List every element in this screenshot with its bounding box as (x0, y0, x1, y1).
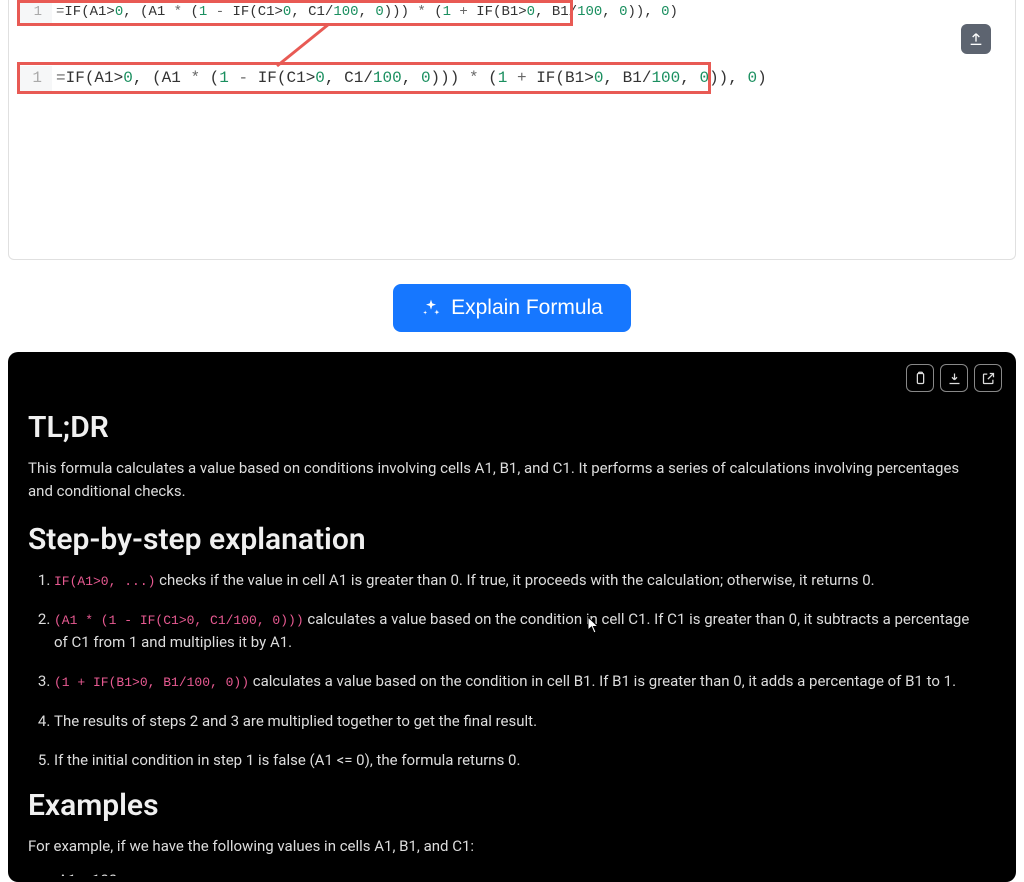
formula-editor-panel: 1 =IF(A1>0, (A1 * (1 - IF(C1>0, C1/100, … (8, 0, 1016, 260)
formula-text-1: =IF(A1>0, (A1 * (1 - IF(C1>0, C1/100, 0)… (52, 2, 678, 23)
step-item-5: If the initial condition in step 1 is fa… (54, 749, 984, 772)
steps-list: IF(A1>0, ...) checks if the value in cel… (54, 569, 984, 773)
gutter-1: 1 (20, 2, 52, 23)
step-item-4: The results of steps 2 and 3 are multipl… (54, 710, 984, 733)
stepbystep-heading: Step-by-step explanation (28, 522, 984, 557)
examples-paragraph: For example, if we have the following va… (28, 835, 984, 858)
explanation-output-panel: TL;DR This formula calculates a value ba… (8, 352, 1016, 882)
upload-button[interactable] (961, 24, 991, 54)
copy-button[interactable] (906, 364, 934, 392)
download-icon (947, 371, 962, 386)
sparkle-icon (421, 298, 441, 318)
upload-icon (968, 31, 984, 47)
formula-text-2: =IF(A1>0, (A1 * (1 - IF(C1>0, C1/100, 0)… (52, 66, 767, 90)
open-external-button[interactable] (974, 364, 1002, 392)
step-item-3: (1 + IF(B1>0, B1/100, 0)) calculates a v… (54, 670, 984, 693)
explain-formula-button[interactable]: Explain Formula (393, 284, 631, 332)
explain-button-container: Explain Formula (0, 260, 1024, 352)
explain-button-label: Explain Formula (451, 296, 603, 320)
tldr-heading: TL;DR (28, 410, 984, 445)
step1-code: IF(A1>0, ...) (54, 574, 155, 589)
step1-text: checks if the value in cell A1 is greate… (155, 571, 874, 589)
step-item-1: IF(A1>0, ...) checks if the value in cel… (54, 569, 984, 592)
output-toolbar (906, 364, 1002, 392)
examples-heading: Examples (28, 788, 984, 823)
step-item-2: (A1 * (1 - IF(C1>0, C1/100, 0))) calcula… (54, 608, 984, 655)
tldr-paragraph: This formula calculates a value based on… (28, 457, 984, 504)
step2-code: (A1 * (1 - IF(C1>0, C1/100, 0))) (54, 613, 304, 628)
clipboard-icon (913, 371, 928, 386)
formula-line-1[interactable]: 1 =IF(A1>0, (A1 * (1 - IF(C1>0, C1/100, … (20, 2, 1005, 23)
formula-line-2[interactable]: 1 =IF(A1>0, (A1 * (1 - IF(C1>0, C1/100, … (20, 66, 1005, 92)
step3-text: calculates a value based on the conditio… (249, 672, 956, 690)
gutter-2: 1 (20, 66, 52, 92)
output-scroll-area[interactable]: TL;DR This formula calculates a value ba… (28, 404, 1002, 876)
download-button[interactable] (940, 364, 968, 392)
step3-code: (1 + IF(B1>0, B1/100, 0)) (54, 675, 249, 690)
external-link-icon (981, 371, 996, 386)
